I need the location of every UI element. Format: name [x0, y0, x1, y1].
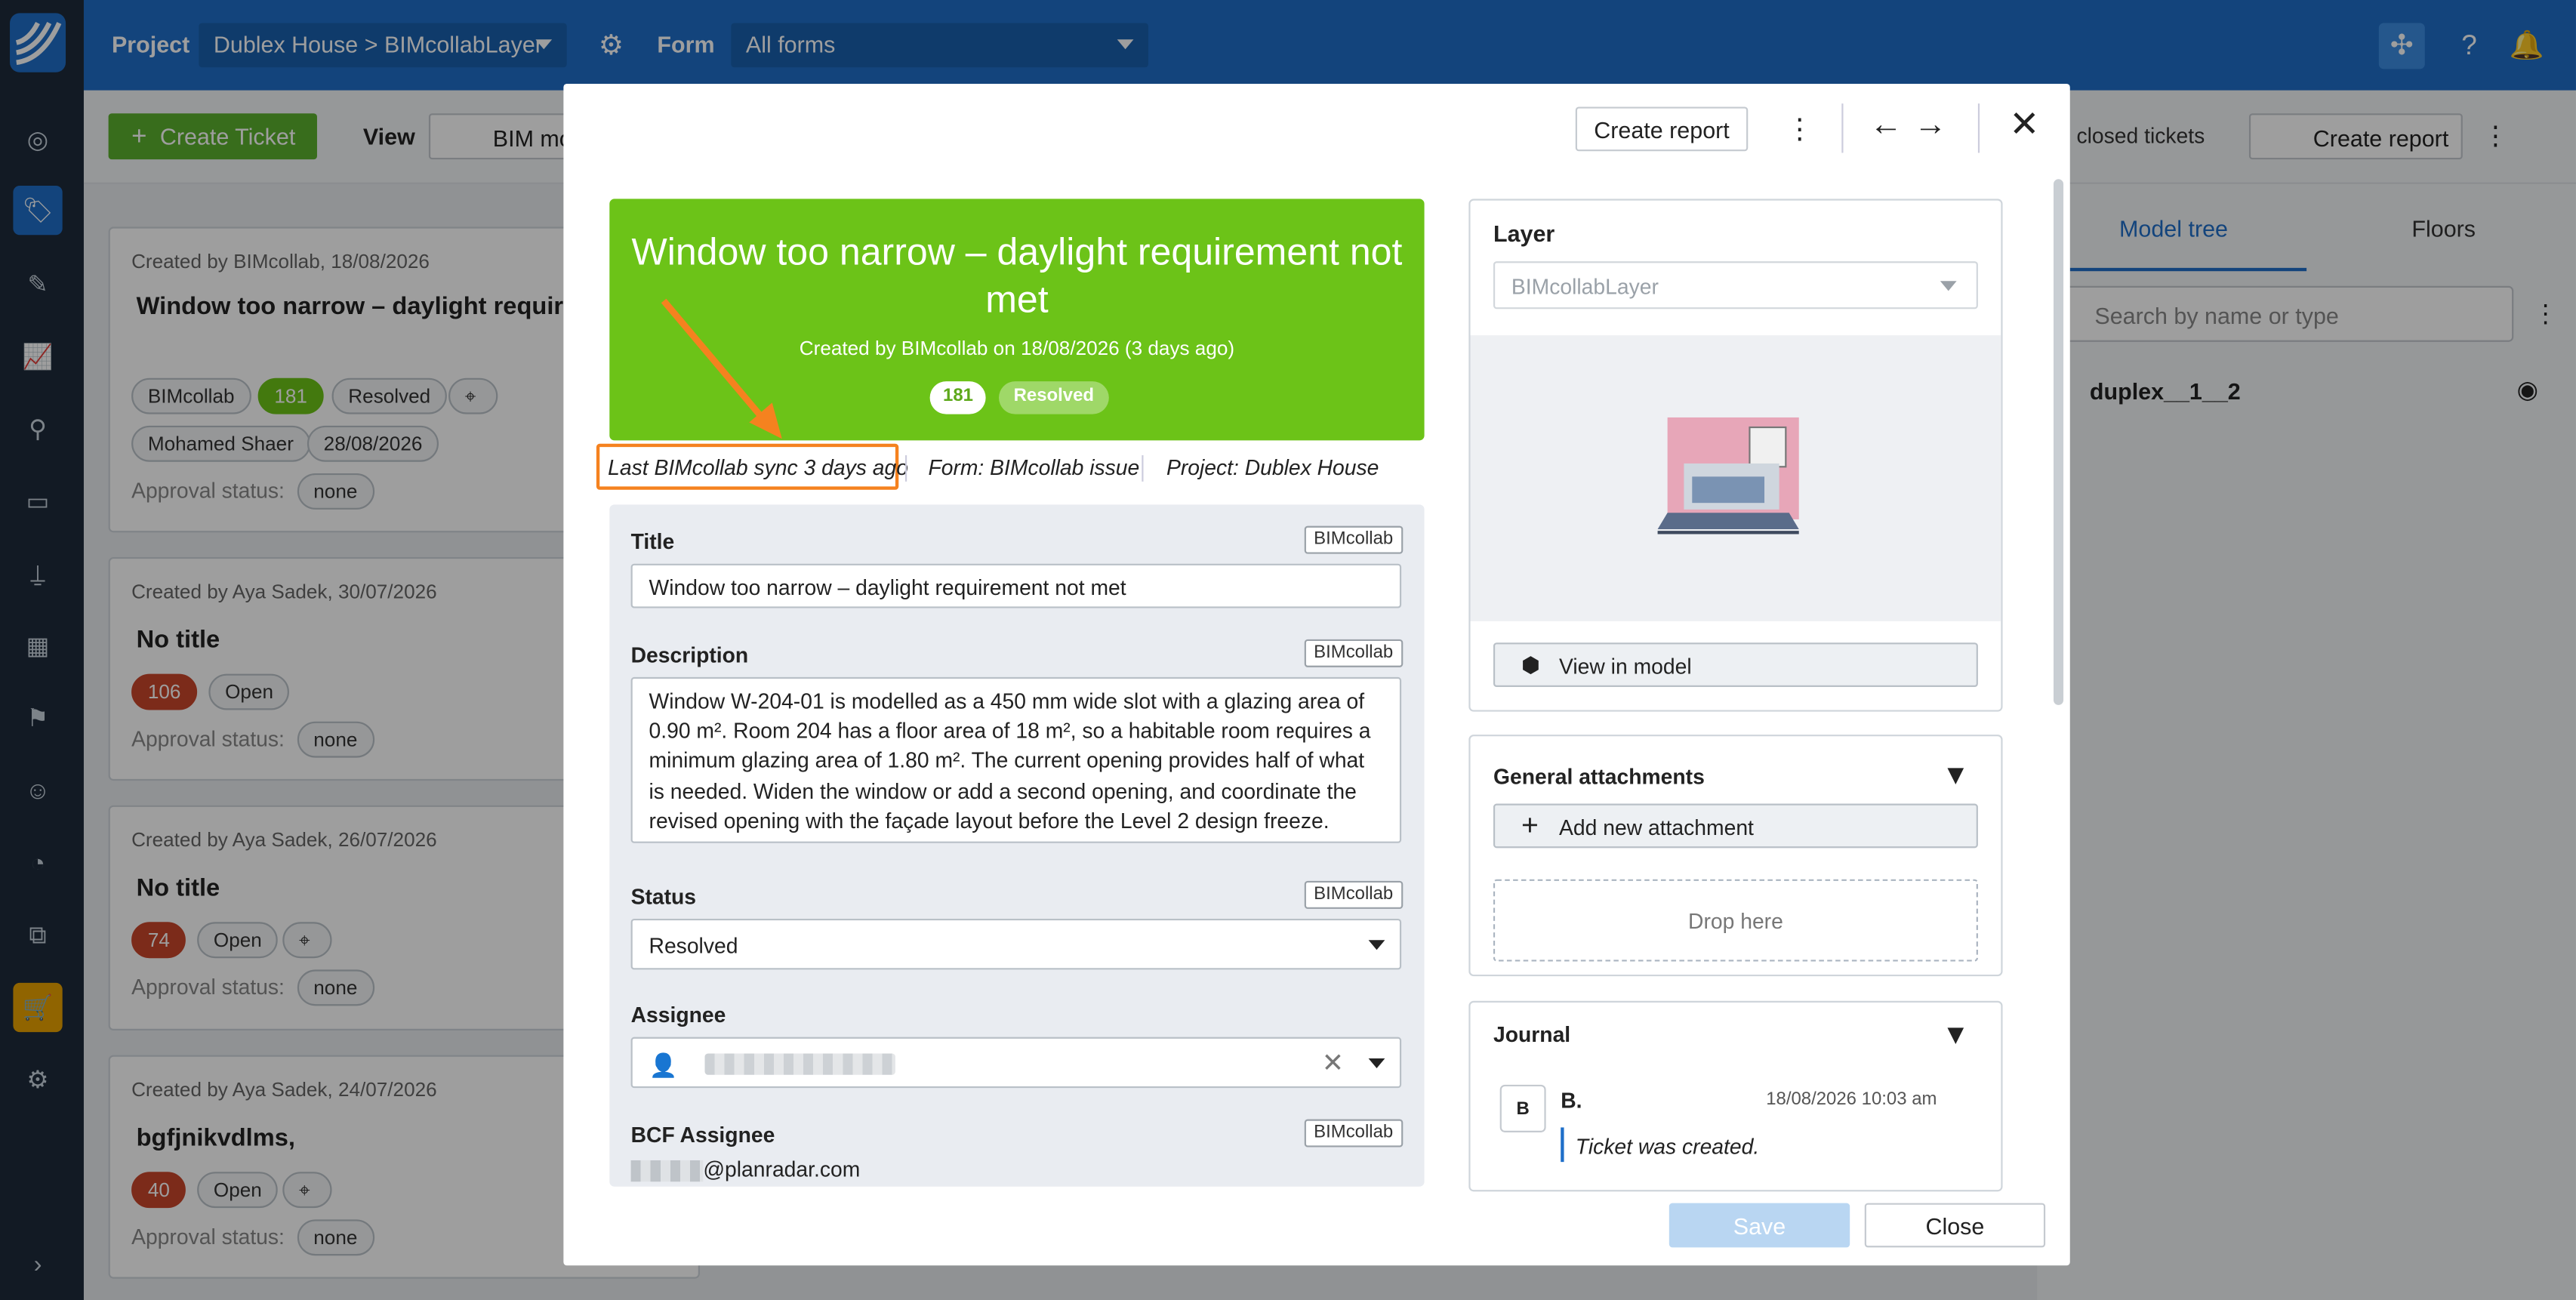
- save-button[interactable]: Save: [1669, 1203, 1850, 1248]
- layer-card: Layer BIMcollabLayer ⬢ View in model: [1468, 199, 2003, 712]
- title-field[interactable]: Window too narrow – daylight requirement…: [630, 563, 1402, 608]
- close-icon[interactable]: ✕: [2009, 103, 2039, 146]
- arrow-left-icon[interactable]: ←: [1869, 107, 1903, 145]
- model-thumbnail[interactable]: [1470, 335, 2001, 621]
- attachments-label: General attachments: [1493, 764, 1705, 789]
- person-icon: 👤: [649, 1052, 678, 1079]
- journal-label: Journal: [1493, 1022, 1571, 1047]
- close-button[interactable]: Close: [1864, 1203, 2046, 1248]
- model-preview-icon: [1657, 417, 1799, 534]
- divider: [1977, 103, 1980, 153]
- filter-icon[interactable]: ▼: [1942, 759, 1970, 793]
- divider: [1142, 455, 1144, 482]
- layer-select[interactable]: BIMcollabLayer: [1493, 261, 1978, 310]
- drop-zone-label: Drop here: [1688, 908, 1783, 934]
- arrow-right-icon[interactable]: →: [1914, 107, 1947, 145]
- more-options-icon[interactable]: ⋮: [1786, 113, 1813, 146]
- bcf-assignee-value: @planradar.com: [703, 1157, 861, 1182]
- journal-timestamp: 18/08/2026 10:03 am: [1766, 1089, 1937, 1110]
- plus-icon: +: [1521, 809, 1539, 842]
- title-field-value: Window too narrow – daylight requirement…: [649, 575, 1126, 600]
- source-tag: BIMcollab: [1304, 880, 1404, 909]
- divider: [904, 455, 907, 482]
- status-select[interactable]: Resolved: [630, 918, 1402, 970]
- ticket-status-badge: Resolved: [999, 381, 1109, 414]
- modal-scrollbar[interactable]: [2054, 179, 2064, 705]
- status-label: Status: [630, 884, 697, 909]
- source-tag: BIMcollab: [1304, 525, 1404, 554]
- divider: [1841, 103, 1844, 153]
- source-tag: BIMcollab: [1304, 1119, 1404, 1148]
- description-label: Description: [630, 642, 749, 667]
- drop-zone[interactable]: Drop here: [1493, 879, 1978, 962]
- chevron-down-icon: [1368, 1058, 1385, 1069]
- form-info: Form: BIMcollab issue: [928, 455, 1140, 480]
- avatar: B: [1499, 1084, 1546, 1132]
- bcf-assignee-redacted: [630, 1160, 704, 1182]
- view-in-model-label: View in model: [1559, 654, 1692, 679]
- create-report-button[interactable]: Create report: [1575, 106, 1749, 152]
- chevron-down-icon: [1940, 281, 1957, 291]
- ticket-number-badge: 181: [929, 381, 987, 414]
- add-attachment-button[interactable]: + Add new attachment: [1493, 803, 1978, 849]
- chevron-down-icon: [1368, 940, 1385, 950]
- source-tag: BIMcollab: [1304, 639, 1404, 667]
- view-in-model-button[interactable]: ⬢ View in model: [1493, 642, 1978, 687]
- clear-icon[interactable]: ✕: [1322, 1047, 1344, 1080]
- assignee-label: Assignee: [630, 1002, 726, 1027]
- ticket-form: Title BIMcollab Window too narrow – dayl…: [609, 504, 1425, 1187]
- filter-icon[interactable]: ▼: [1942, 1019, 1970, 1052]
- annotation-arrow-icon: [661, 298, 782, 439]
- title-label: Title: [630, 528, 675, 554]
- journal-author: B.: [1561, 1088, 1582, 1113]
- journal-entry-bar: [1561, 1127, 1564, 1163]
- journal-card: Journal ▼ B B. 18/08/2026 10:03 am Ticke…: [1468, 1000, 2003, 1192]
- sync-info: Last BIMcollab sync 3 days ago: [608, 455, 908, 480]
- bcf-assignee-label: BCF Assignee: [630, 1122, 775, 1148]
- cube-icon: ⬢: [1521, 652, 1540, 677]
- attachments-card: General attachments ▼ + Add new attachme…: [1468, 735, 2003, 977]
- description-field[interactable]: Window W-204-01 is modelled as a 450 mm …: [630, 676, 1402, 843]
- assignee-select[interactable]: 👤 ✕: [630, 1037, 1402, 1089]
- add-attachment-label: Add new attachment: [1559, 815, 1754, 840]
- layer-select-value: BIMcollabLayer: [1511, 274, 1659, 300]
- status-select-value: Resolved: [649, 933, 738, 959]
- ticket-modal: Create report ⋮ ← → ✕ Window too narrow …: [563, 84, 2070, 1266]
- project-info: Project: Dublex House: [1166, 455, 1379, 480]
- journal-entry: Ticket was created.: [1575, 1134, 1760, 1159]
- layer-label: Layer: [1493, 220, 1555, 247]
- assignee-redacted: [704, 1053, 895, 1075]
